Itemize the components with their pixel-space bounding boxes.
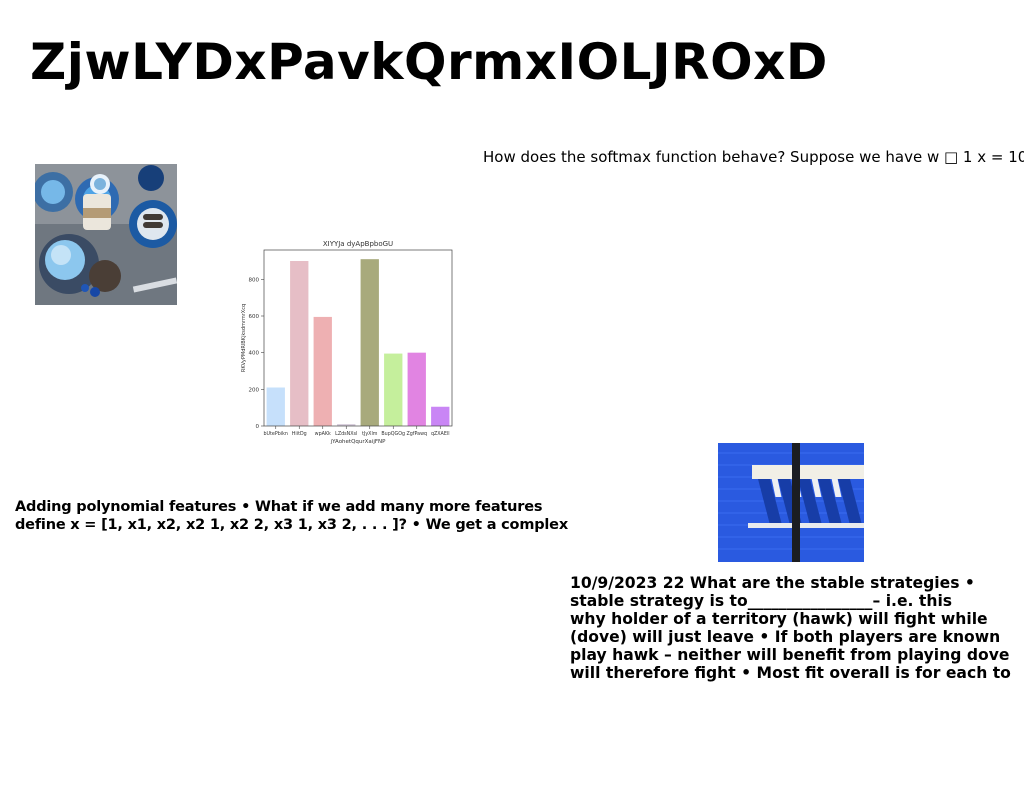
page-title: ZjwLYDxPavkQrmxIOLJROxD bbox=[30, 33, 828, 91]
text-line: why holder of a territory (hawk) will fi… bbox=[570, 610, 988, 628]
chart-bar bbox=[431, 406, 450, 426]
blue-building-facade-photo bbox=[718, 443, 864, 562]
text-line: Adding polynomial features • What if we … bbox=[15, 499, 543, 515]
x-tick-label: tJyXlm bbox=[362, 431, 378, 437]
chart-title: XIYYJa dyApBpboGU bbox=[323, 240, 393, 248]
polynomial-features-text: Adding polynomial features • What if we … bbox=[15, 498, 568, 534]
y-tick-label: 0 bbox=[256, 424, 260, 430]
text-line: (dove) will just leave • If both players… bbox=[570, 628, 1001, 646]
chart-bar bbox=[290, 261, 309, 426]
text-line: define x = [1, x1, x2, x2 1, x2 2, x3 1,… bbox=[15, 517, 568, 533]
text-line: will therefore fight • Most fit overall … bbox=[570, 664, 1011, 682]
blue-desserts-photo bbox=[35, 164, 177, 305]
y-tick-label: 600 bbox=[249, 314, 260, 320]
stable-strategies-text: 10/9/2023 22 What are the stable strateg… bbox=[570, 574, 1024, 682]
question-text: How does the softmax function behave? Su… bbox=[483, 148, 1024, 166]
chart-bar bbox=[266, 387, 285, 426]
x-tick-label: BupQGOg bbox=[381, 431, 405, 437]
chart-bar bbox=[384, 353, 403, 426]
chart-bar bbox=[407, 352, 426, 426]
y-tick-label: 800 bbox=[249, 277, 260, 283]
x-axis-label: jYAohetQqurXaijFNP bbox=[330, 439, 387, 445]
y-tick-label: 200 bbox=[249, 387, 260, 393]
chart-bar bbox=[360, 259, 379, 426]
x-tick-label: bUtePbikn bbox=[264, 431, 288, 437]
y-axis-label: RKVyPMdRlBKjksdmrmrXcq bbox=[241, 304, 247, 372]
x-tick-label: wpAKk bbox=[315, 431, 331, 437]
x-tick-label: qZXAEll bbox=[431, 431, 450, 437]
text-line: 10/9/2023 22 What are the stable strateg… bbox=[570, 574, 975, 592]
bar-chart: XIYYJa dyApBpboGU 0 200 400 600 800 bUtePbikn H… bbox=[237, 236, 459, 448]
x-tick-label: ZgfPawq bbox=[406, 431, 427, 437]
chart-bar bbox=[313, 316, 332, 426]
y-tick-label: 400 bbox=[249, 351, 260, 357]
text-line: stable strategy is to________________– i… bbox=[570, 592, 953, 610]
x-tick-label: HiitDg bbox=[292, 431, 307, 437]
x-tick-label: LZdsNXsl bbox=[335, 431, 357, 437]
text-line: play hawk – neither will benefit from pl… bbox=[570, 646, 1010, 664]
